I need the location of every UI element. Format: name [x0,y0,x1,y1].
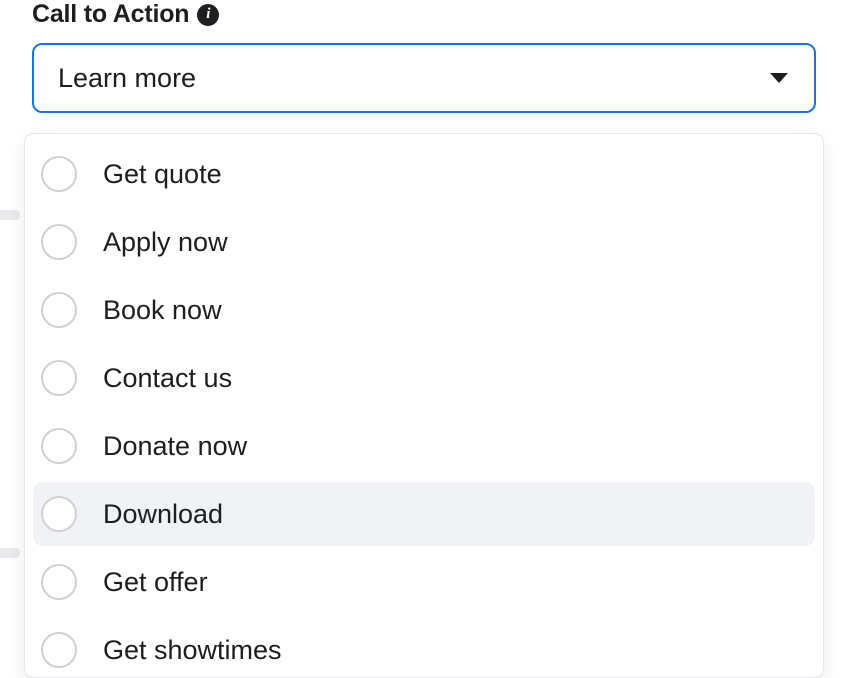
cta-select-value: Learn more [58,63,196,94]
cta-option[interactable]: Get quote [33,142,815,206]
cta-option-label: Donate now [103,431,247,462]
caret-down-icon [770,73,788,83]
field-label-row: Call to Action i [32,0,816,29]
background-separator [0,210,20,220]
cta-option-label: Get offer [103,567,208,598]
cta-option[interactable]: Contact us [33,346,815,410]
radio-icon [41,224,77,260]
radio-icon [41,360,77,396]
cta-option-label: Get showtimes [103,635,282,666]
radio-icon [41,496,77,532]
cta-option-label: Contact us [103,363,232,394]
info-icon[interactable]: i [197,4,219,26]
cta-select-trigger[interactable]: Learn more [32,43,816,113]
cta-option[interactable]: Book now [33,278,815,342]
field-label-text: Call to Action [32,0,189,29]
cta-option-label: Book now [103,295,222,326]
cta-option-label: Get quote [103,159,222,190]
cta-option[interactable]: Get offer [33,550,815,614]
cta-option[interactable]: Apply now [33,210,815,274]
radio-icon [41,632,77,668]
cta-option[interactable]: Donate now [33,414,815,478]
cta-option-label: Download [103,499,223,530]
radio-icon [41,428,77,464]
radio-icon [41,564,77,600]
radio-icon [41,156,77,192]
cta-option[interactable]: Get showtimes [33,618,815,678]
cta-option[interactable]: Download [33,482,815,546]
cta-option-label: Apply now [103,227,228,258]
background-separator [0,548,20,558]
cta-dropdown-panel: Get quote Apply now Book now Contact us Dona… [24,133,824,678]
radio-icon [41,292,77,328]
